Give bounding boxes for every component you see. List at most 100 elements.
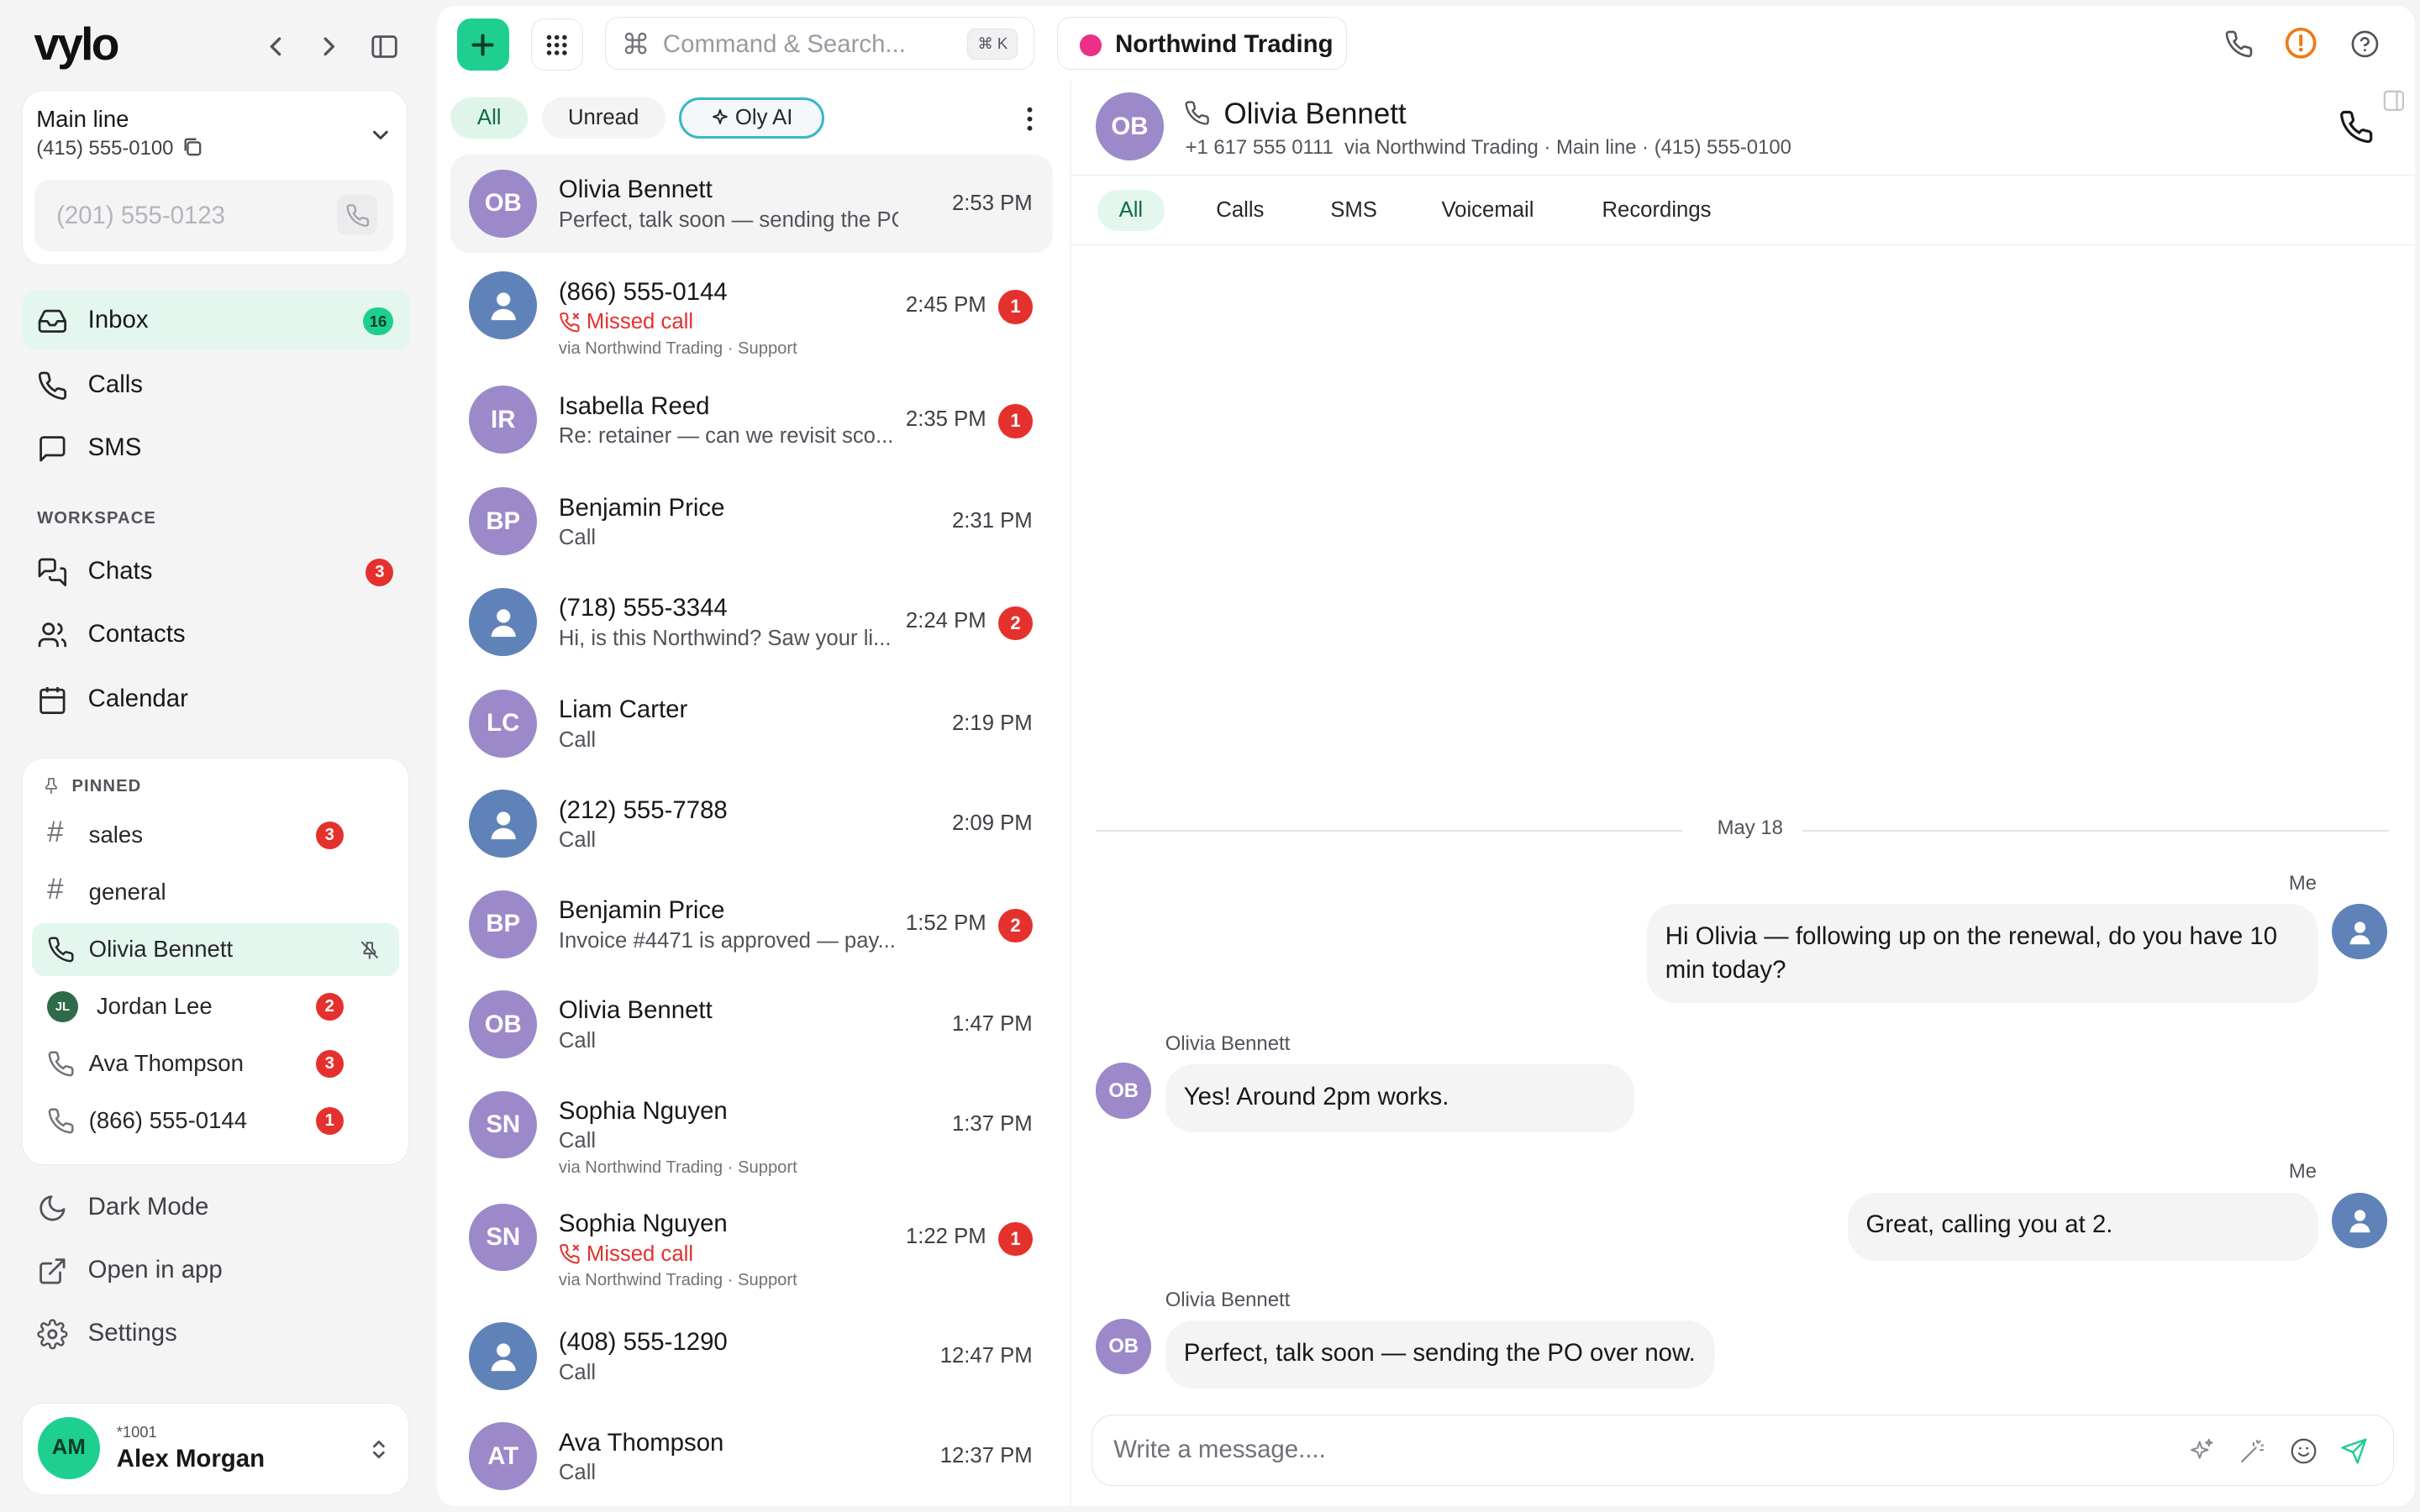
line-selector[interactable]: Main line (415) 555-0100 (201) 555-0123 [21, 89, 408, 265]
pinned-item-olivia-bennett[interactable]: Olivia Bennett [31, 923, 399, 976]
command-search-input[interactable]: Command & Search... ⌘ K [604, 17, 1034, 70]
app-logo: vylo [34, 18, 119, 71]
unread-badge: 1 [998, 404, 1033, 438]
my-avatar [2332, 904, 2388, 960]
filter-oly-ai[interactable]: Oly AI [679, 97, 824, 139]
external-link-icon [39, 1258, 66, 1284]
open-in-app-link[interactable]: Open in app [22, 1241, 411, 1301]
user-profile-card[interactable]: AM *1001 Alex Morgan [21, 1402, 409, 1495]
calendar-icon [39, 687, 66, 715]
nav-contacts[interactable]: Contacts [22, 605, 411, 665]
more-options-icon[interactable] [1025, 107, 1034, 131]
nav-sms[interactable]: SMS [22, 418, 411, 479]
gear-icon [37, 1319, 68, 1350]
tab-sms[interactable]: SMS [1309, 190, 1399, 232]
tab-calls[interactable]: Calls [1195, 190, 1286, 232]
phone-icon [1185, 101, 1209, 126]
conversation-item[interactable]: (866) 555-0144 Missed call via Northwind T… [450, 256, 1052, 358]
pinned-item-sales[interactable]: # sales 3 [32, 809, 399, 861]
conversation-item[interactable]: AT Ava Thompson Call 12:37 PM [450, 1407, 1052, 1506]
conversation-item[interactable]: SN Sophia Nguyen Call via Northwind Trading… [450, 1075, 1052, 1177]
dial-placeholder: (201) 555-0123 [56, 201, 225, 229]
user-extension: *1001 [116, 1423, 157, 1441]
missed-call-label: Missed call [559, 1242, 693, 1267]
apps-grid-button[interactable] [530, 18, 584, 71]
user-name: Alex Morgan [116, 1445, 266, 1473]
unread-badge: 2 [998, 908, 1033, 943]
conversation-preview: Perfect, talk soon — sending the PO ... [558, 207, 898, 232]
contact-avatar-small: OB [1096, 1319, 1152, 1375]
pinned-item-866-555-0144[interactable]: (866) 555-0144 1 [32, 1095, 399, 1147]
conversation-item[interactable]: IR Isabella Reed Re: retainer — can we rev… [450, 370, 1052, 470]
open-in-app-label: Open in app [87, 1256, 223, 1284]
conversation-name: (212) 555-7788 [558, 795, 728, 824]
tab-all[interactable]: All [1097, 189, 1165, 232]
filter-unread[interactable]: Unread [541, 97, 666, 139]
sidebar-toggle-icon[interactable] [371, 33, 398, 60]
nav-calendar[interactable]: Calendar [22, 669, 411, 730]
avatar [469, 587, 538, 656]
chevron-down-icon[interactable] [370, 124, 392, 146]
pinned-item-jordan-lee[interactable]: JL Jordan Lee 2 [32, 980, 399, 1032]
conversation-item[interactable]: BP Benjamin Price Call 2:31 PM [450, 472, 1052, 571]
avatar: OB [469, 990, 538, 1058]
workspace-switcher[interactable]: Northwind Trading [1057, 17, 1348, 70]
pinned-item-general[interactable]: # general [32, 866, 399, 918]
unread-badge: 1 [998, 1221, 1033, 1257]
conversation-item[interactable]: LC Liam Carter Call 2:19 PM [450, 675, 1052, 774]
message-bubble-outgoing: Great, calling you at 2. [1847, 1192, 2318, 1261]
conversation-item[interactable]: OB Olivia Bennett Call 1:47 PM [450, 975, 1052, 1074]
message-composer[interactable]: Write a message.... [1091, 1415, 2394, 1486]
missed-call-text: Missed call [586, 1242, 694, 1266]
unpin-icon[interactable] [359, 939, 381, 961]
command-icon [624, 32, 647, 55]
pinned-item-ava-thompson[interactable]: Ava Thompson 3 [32, 1037, 399, 1089]
alert-icon[interactable] [2284, 26, 2317, 60]
forward-arrow-icon[interactable] [318, 31, 339, 62]
avatar [469, 1322, 538, 1390]
conversation-name: Sophia Nguyen [558, 1096, 728, 1125]
conversation-item[interactable]: SN Sophia Nguyen Missed call via Northwind … [450, 1188, 1052, 1289]
pinned-badge: 3 [315, 1049, 344, 1078]
conversation-tabs: All Calls SMS Voicemail Recordings [1071, 177, 2416, 246]
filter-all[interactable]: All [450, 97, 529, 139]
copy-icon[interactable] [182, 137, 203, 157]
call-button-icon[interactable] [2338, 109, 2374, 144]
hash-icon: # [47, 872, 64, 906]
conversation-item[interactable]: (408) 555-1290 Call 12:47 PM [450, 1307, 1052, 1406]
send-icon[interactable] [2340, 1437, 2368, 1465]
back-arrow-icon[interactable] [266, 31, 287, 62]
date-label: May 18 [1717, 816, 1783, 839]
conversation-time: 12:47 PM [939, 1343, 1033, 1368]
conversation-item[interactable]: BP Benjamin Price Invoice #4471 is approve… [450, 874, 1052, 974]
conversation-preview: Call [558, 1129, 597, 1153]
chevron-updown-icon[interactable] [368, 1436, 390, 1463]
nav-calls[interactable]: Calls [22, 354, 411, 415]
conversation-item[interactable]: (718) 555-3344 Hi, is this Northwind? Saw… [450, 572, 1052, 671]
user-icon [491, 292, 516, 321]
pinned-item-label: sales [88, 822, 143, 848]
pinned-badge: 3 [315, 822, 344, 850]
pinned-section-label: PINNED [71, 776, 142, 795]
conversation-item[interactable]: (212) 555-7788 Call 2:09 PM [450, 774, 1052, 874]
magic-wand-icon[interactable] [2238, 1437, 2266, 1465]
tab-recordings[interactable]: Recordings [1581, 190, 1733, 232]
dark-mode-toggle[interactable]: Dark Mode [22, 1177, 411, 1237]
dial-input[interactable]: (201) 555-0123 [34, 180, 393, 251]
conversation-name: Sophia Nguyen [558, 1209, 728, 1237]
message-bubble-incoming: Perfect, talk soon — sending the PO over… [1165, 1320, 1715, 1389]
ai-sparkle-icon[interactable] [2188, 1437, 2216, 1465]
nav-inbox[interactable]: Inbox 16 [21, 290, 411, 350]
conversation-item[interactable]: OB Olivia Bennett Perfect, talk soon — sen… [450, 154, 1053, 254]
conversation-time: 2:31 PM [952, 509, 1033, 533]
help-icon[interactable] [2350, 29, 2380, 59]
nav-chats[interactable]: Chats 3 [22, 542, 411, 602]
tab-voicemail[interactable]: Voicemail [1420, 190, 1555, 232]
new-button[interactable] [456, 18, 510, 71]
nav-calls-label: Calls [87, 370, 143, 398]
dial-call-button[interactable] [337, 195, 378, 236]
emoji-icon[interactable] [2290, 1437, 2317, 1465]
phone-icon[interactable] [2224, 29, 2254, 59]
settings-link[interactable]: Settings [22, 1304, 411, 1364]
panel-toggle-icon[interactable] [2383, 90, 2405, 112]
